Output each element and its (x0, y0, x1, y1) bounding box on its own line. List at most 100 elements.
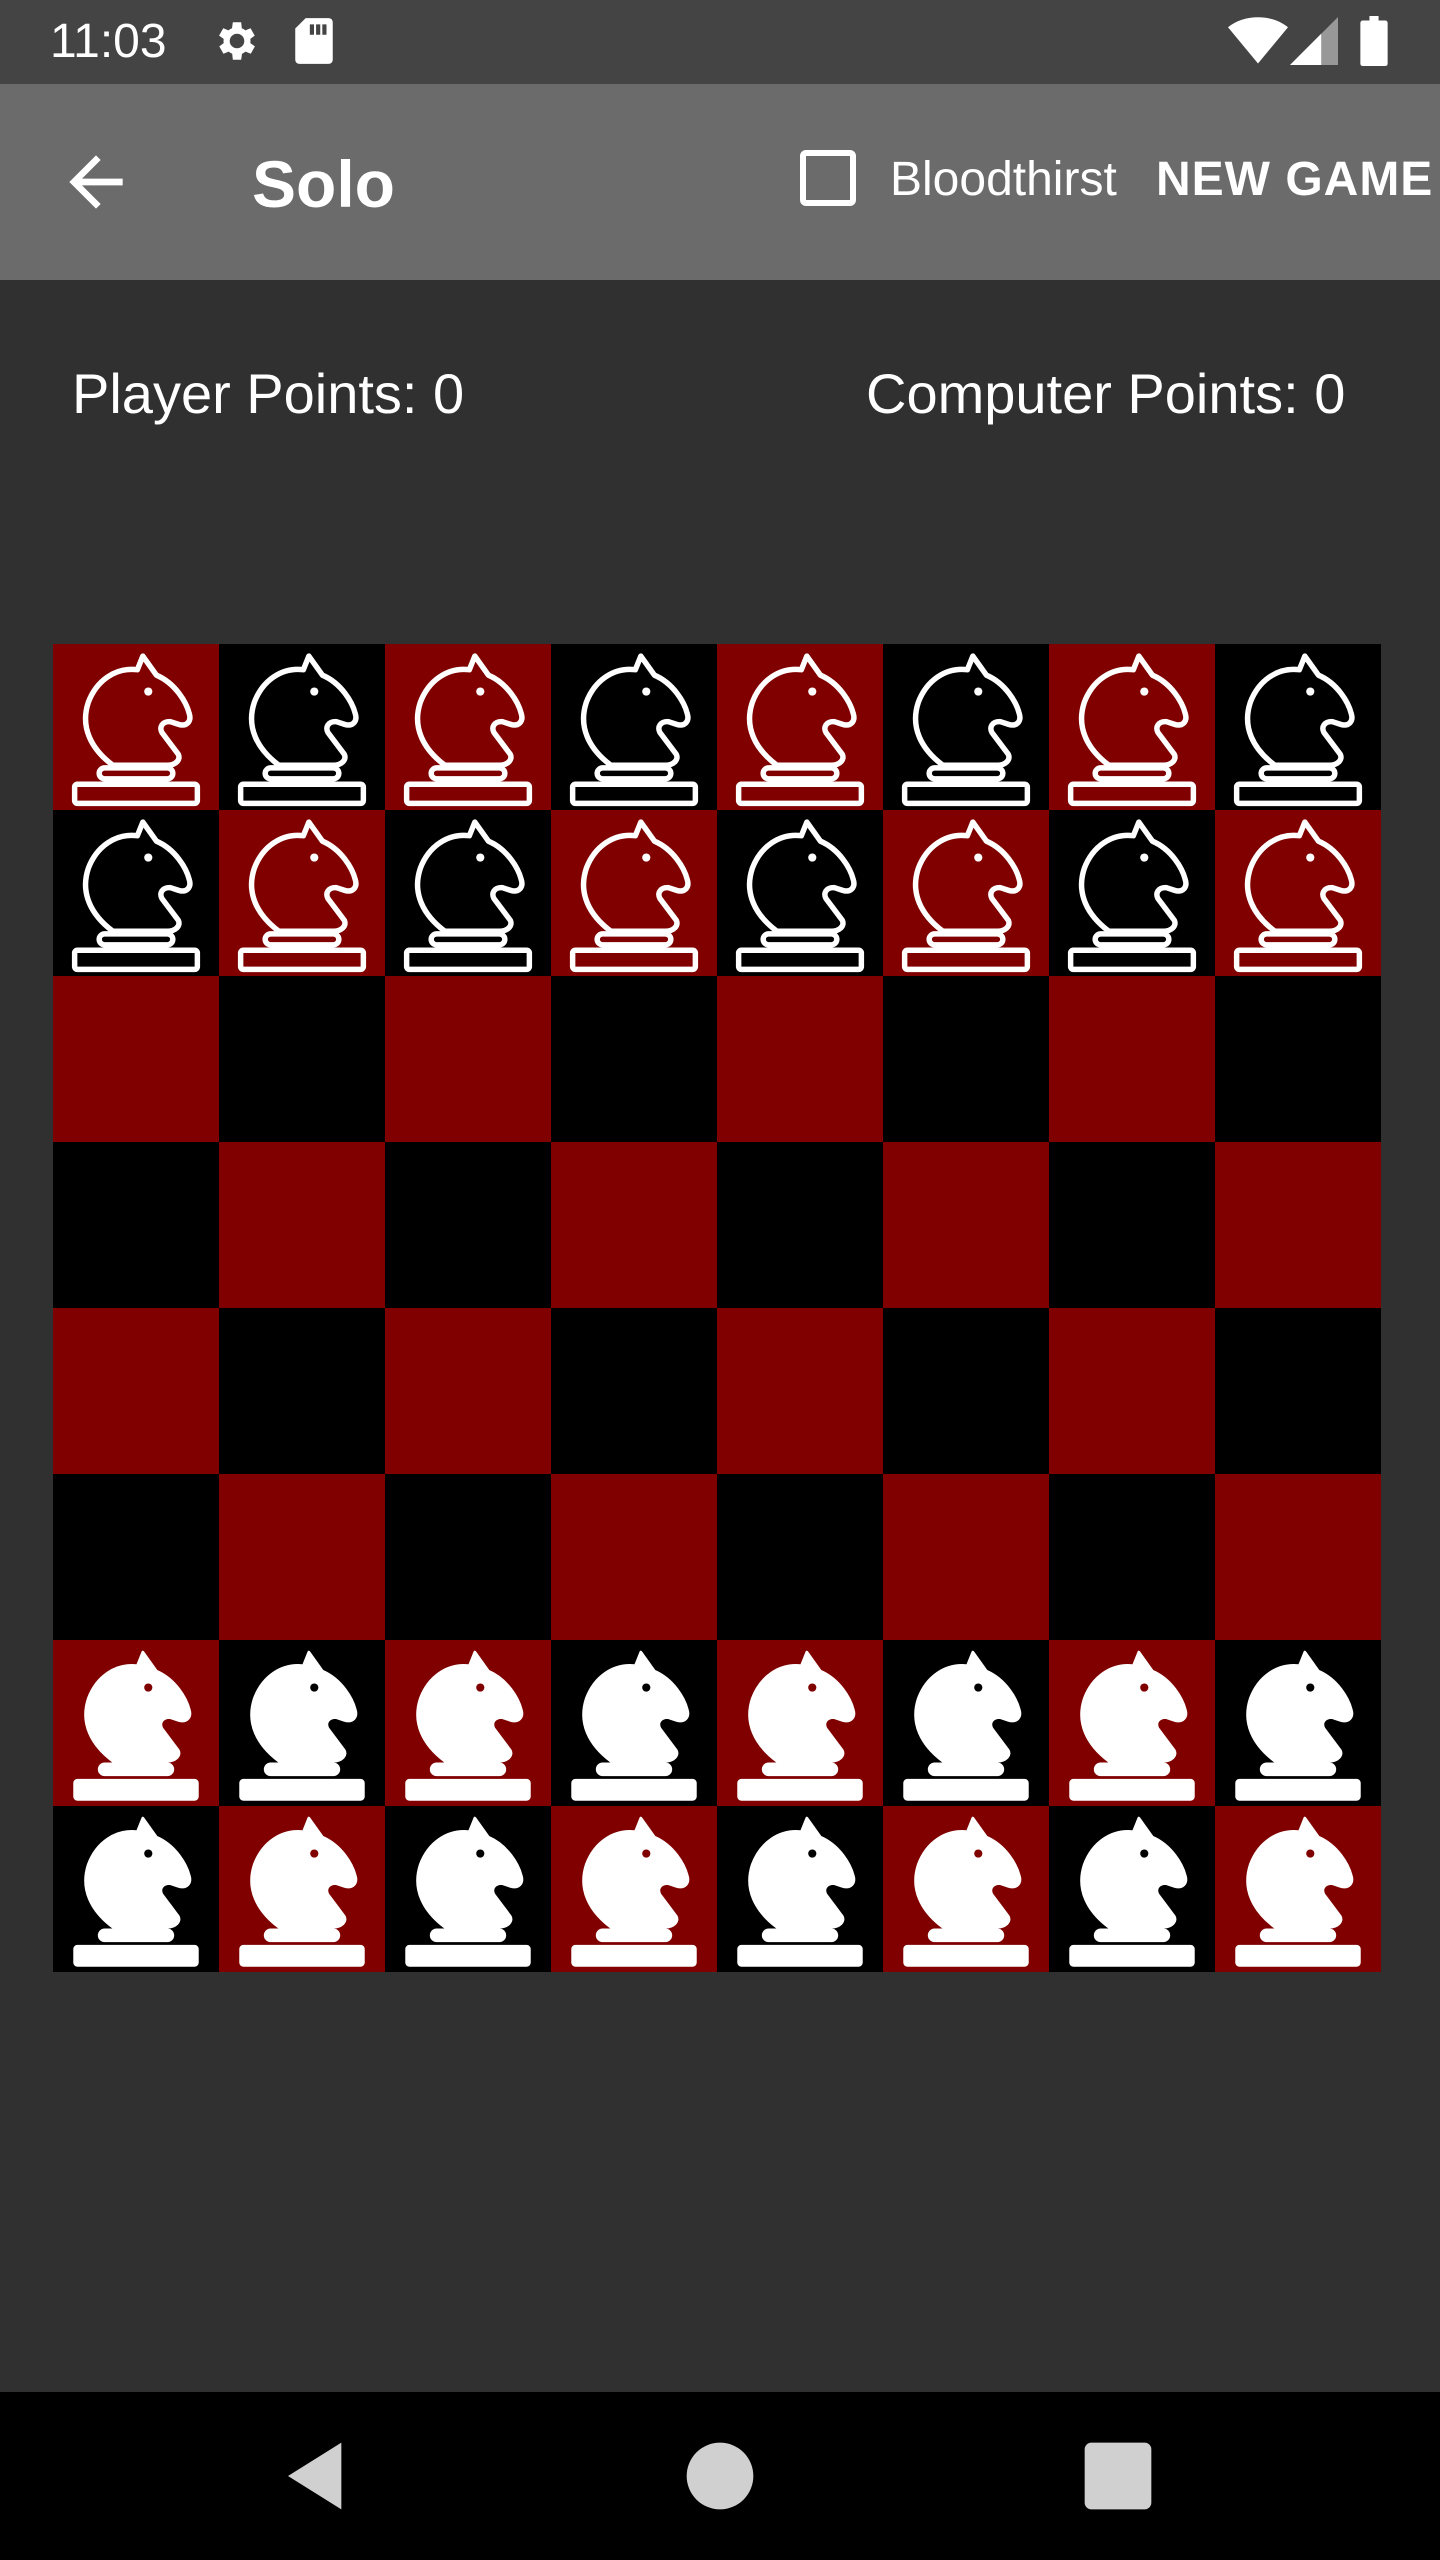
white-knight-icon[interactable] (1223, 1640, 1373, 1806)
board-square[interactable] (1215, 810, 1381, 976)
white-knight-icon[interactable] (393, 1640, 543, 1806)
board-square[interactable] (883, 1308, 1049, 1474)
board-square[interactable] (53, 810, 219, 976)
nav-home-icon[interactable] (680, 2436, 760, 2516)
board-square[interactable] (1049, 1142, 1215, 1308)
board-square[interactable] (1215, 1474, 1381, 1640)
black-knight-icon[interactable] (1057, 644, 1207, 810)
board-square[interactable] (717, 1640, 883, 1806)
white-knight-icon[interactable] (393, 1806, 543, 1972)
board-square[interactable] (883, 644, 1049, 810)
board-square[interactable] (53, 976, 219, 1142)
board-square[interactable] (219, 644, 385, 810)
board-square[interactable] (717, 644, 883, 810)
arrow-back-icon[interactable] (56, 142, 136, 222)
board-square[interactable] (1215, 1142, 1381, 1308)
white-knight-icon[interactable] (725, 1640, 875, 1806)
board-square[interactable] (1049, 1806, 1215, 1972)
board-square[interactable] (551, 1308, 717, 1474)
white-knight-icon[interactable] (61, 1806, 211, 1972)
board-square[interactable] (219, 1640, 385, 1806)
board-square[interactable] (551, 644, 717, 810)
black-knight-icon[interactable] (227, 810, 377, 976)
board-square[interactable] (53, 644, 219, 810)
black-knight-icon[interactable] (559, 644, 709, 810)
board-square[interactable] (551, 1640, 717, 1806)
board-square[interactable] (1215, 1308, 1381, 1474)
black-knight-icon[interactable] (725, 644, 875, 810)
new-game-button[interactable]: NEW GAME (1156, 152, 1433, 208)
white-knight-icon[interactable] (559, 1806, 709, 1972)
black-knight-icon[interactable] (61, 644, 211, 810)
black-knight-icon[interactable] (725, 810, 875, 976)
board-square[interactable] (385, 1474, 551, 1640)
white-knight-icon[interactable] (1057, 1640, 1207, 1806)
black-knight-icon[interactable] (891, 644, 1041, 810)
white-knight-icon[interactable] (1057, 1806, 1207, 1972)
white-knight-icon[interactable] (559, 1640, 709, 1806)
board-square[interactable] (1049, 1640, 1215, 1806)
black-knight-icon[interactable] (393, 644, 543, 810)
board-square[interactable] (883, 1640, 1049, 1806)
white-knight-icon[interactable] (891, 1806, 1041, 1972)
board-square[interactable] (1215, 1806, 1381, 1972)
board-square[interactable] (1049, 810, 1215, 976)
board-square[interactable] (883, 976, 1049, 1142)
board-square[interactable] (53, 1640, 219, 1806)
board-square[interactable] (1215, 1640, 1381, 1806)
board-square[interactable] (883, 1806, 1049, 1972)
board-square[interactable] (1049, 644, 1215, 810)
board-square[interactable] (219, 1474, 385, 1640)
board-square[interactable] (53, 1308, 219, 1474)
nav-back-icon[interactable] (278, 2436, 358, 2516)
board-square[interactable] (551, 1142, 717, 1308)
board-square[interactable] (717, 810, 883, 976)
black-knight-icon[interactable] (1223, 644, 1373, 810)
board-square[interactable] (883, 1474, 1049, 1640)
board-square[interactable] (551, 1474, 717, 1640)
bloodthirst-label[interactable]: Bloodthirst (890, 152, 1117, 208)
nav-recents-icon[interactable] (1078, 2436, 1158, 2516)
board-square[interactable] (219, 1142, 385, 1308)
board-square[interactable] (219, 810, 385, 976)
board-square[interactable] (1049, 976, 1215, 1142)
black-knight-icon[interactable] (393, 810, 543, 976)
board-square[interactable] (385, 976, 551, 1142)
board-square[interactable] (1215, 976, 1381, 1142)
board-square[interactable] (717, 1806, 883, 1972)
black-knight-icon[interactable] (61, 810, 211, 976)
black-knight-icon[interactable] (1057, 810, 1207, 976)
white-knight-icon[interactable] (227, 1640, 377, 1806)
board-square[interactable] (385, 1806, 551, 1972)
board-square[interactable] (385, 810, 551, 976)
board-square[interactable] (717, 1474, 883, 1640)
board-square[interactable] (717, 976, 883, 1142)
black-knight-icon[interactable] (227, 644, 377, 810)
board-square[interactable] (53, 1474, 219, 1640)
board-square[interactable] (53, 1142, 219, 1308)
board-square[interactable] (1215, 644, 1381, 810)
board-square[interactable] (551, 976, 717, 1142)
white-knight-icon[interactable] (1223, 1806, 1373, 1972)
board-square[interactable] (883, 810, 1049, 976)
board-square[interactable] (883, 1142, 1049, 1308)
board-square[interactable] (385, 1308, 551, 1474)
white-knight-icon[interactable] (725, 1806, 875, 1972)
board-square[interactable] (219, 976, 385, 1142)
board-square[interactable] (717, 1308, 883, 1474)
board-square[interactable] (53, 1806, 219, 1972)
bloodthirst-checkbox[interactable] (800, 150, 856, 206)
board-square[interactable] (717, 1142, 883, 1308)
black-knight-icon[interactable] (559, 810, 709, 976)
black-knight-icon[interactable] (891, 810, 1041, 976)
board-square[interactable] (551, 1806, 717, 1972)
board-square[interactable] (219, 1308, 385, 1474)
board-square[interactable] (551, 810, 717, 976)
black-knight-icon[interactable] (1223, 810, 1373, 976)
board-square[interactable] (385, 1640, 551, 1806)
white-knight-icon[interactable] (61, 1640, 211, 1806)
board-square[interactable] (385, 644, 551, 810)
board-square[interactable] (1049, 1308, 1215, 1474)
white-knight-icon[interactable] (891, 1640, 1041, 1806)
board-square[interactable] (385, 1142, 551, 1308)
